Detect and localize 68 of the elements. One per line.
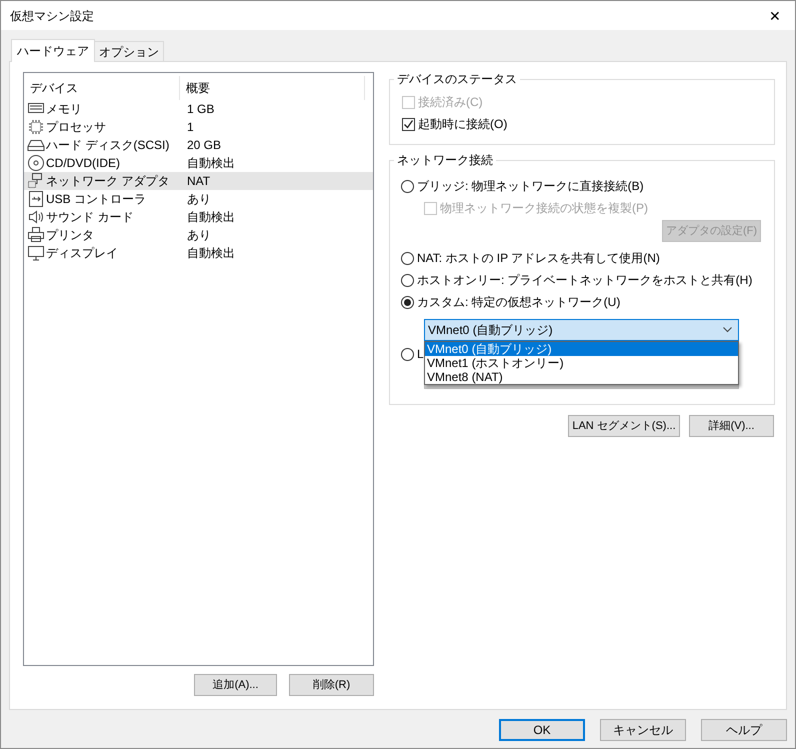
radio-label: カスタム: 特定の仮想ネットワーク(U) — [417, 294, 620, 311]
column-header[interactable]: 概要 — [180, 76, 365, 100]
device-summary: NAT — [186, 173, 210, 190]
button[interactable]: OK — [499, 719, 585, 741]
checkbox-label: 起動時に接続(O) — [418, 116, 508, 133]
dropdown-option[interactable]: VMnet0 (自動ブリッジ) — [425, 342, 738, 356]
button[interactable]: 詳細(V)... — [689, 415, 774, 437]
chevron-icon — [723, 327, 732, 333]
group-title: ネットワーク接続 — [394, 153, 496, 167]
checkbox-label: 接続済み(C) — [418, 94, 483, 111]
radio-button[interactable] — [401, 180, 414, 192]
dropdown-option[interactable]: VMnet1 (ホストオンリー) — [425, 356, 738, 370]
device-name: ネットワーク アダプタ — [46, 173, 170, 190]
usb-icon — [27, 190, 45, 208]
checkbox[interactable] — [402, 118, 415, 130]
dropdown[interactable]: VMnet0 (自動ブリッジ) — [424, 319, 739, 341]
dropdown-option[interactable]: VMnet8 (NAT) — [425, 370, 738, 384]
radio-label: NAT: ホストの IP アドレスを共有して使用(N) — [417, 250, 660, 267]
disc-icon — [27, 154, 45, 172]
list-row[interactable]: サウンド カード 自動検出 — [24, 208, 373, 226]
printer-icon — [27, 226, 45, 244]
device-summary: 1 GB — [186, 101, 214, 118]
device-name: USB コントローラ — [46, 191, 146, 208]
group-title: デバイスのステータス — [394, 72, 520, 86]
window-title: 仮想マシン設定 — [10, 8, 94, 24]
device-name: ハード ディスク(SCSI) — [46, 137, 170, 154]
device-summary: 自動検出 — [186, 155, 235, 172]
device-name: プリンタ — [46, 227, 94, 244]
button[interactable]: LAN セグメント(S)... — [568, 415, 680, 437]
device-name: CD/DVD(IDE) — [46, 155, 120, 172]
device-summary: 20 GB — [186, 137, 222, 154]
list-row[interactable]: CD/DVD(IDE) 自動検出 — [24, 154, 373, 172]
device-summary: あり — [186, 227, 211, 244]
column-header[interactable]: デバイス — [24, 76, 180, 100]
list-row[interactable]: ハード ディスク(SCSI) 20 GB — [24, 136, 373, 154]
radio-button[interactable] — [401, 274, 414, 286]
device-name: メモリ — [46, 101, 82, 118]
device-summary: あり — [186, 191, 211, 208]
button[interactable]: キャンセル — [600, 719, 686, 741]
device-summary: 1 — [186, 119, 194, 136]
device-name: ディスプレイ — [46, 245, 118, 262]
radio-label: ホストオンリー: プライベートネットワークをホストと共有(H) — [417, 272, 752, 289]
device-summary: 自動検出 — [186, 245, 235, 262]
list-row[interactable]: メモリ 1 GB — [24, 100, 373, 118]
list-row[interactable]: プリンタ あり — [24, 226, 373, 244]
list-row[interactable]: ディスプレイ 自動検出 — [24, 244, 373, 262]
list-row[interactable]: プロセッサ 1 — [24, 118, 373, 136]
checkbox-label: 物理ネットワーク接続の状態を複製(P) — [440, 200, 648, 217]
button[interactable]: 追加(A)... — [194, 674, 277, 696]
list-row[interactable]: ネットワーク アダプタ NAT — [24, 172, 373, 190]
chip-icon — [27, 118, 45, 136]
radio-button[interactable] — [401, 252, 414, 264]
list-row[interactable]: USB コントローラ あり — [24, 190, 373, 208]
close-button[interactable]: ✕ — [765, 6, 785, 26]
radio-label: ブリッジ: 物理ネットワークに直接接続(B) — [417, 178, 644, 195]
speaker-icon — [27, 208, 45, 226]
tab[interactable]: オプション — [95, 41, 164, 61]
network-icon — [27, 172, 45, 190]
radio-button[interactable] — [401, 348, 414, 360]
button[interactable]: ヘルプ — [701, 719, 787, 741]
button[interactable]: 削除(R) — [289, 674, 374, 696]
radio-button[interactable] — [401, 296, 414, 308]
device-summary: 自動検出 — [186, 209, 235, 226]
device-name: プロセッサ — [46, 119, 106, 136]
tab[interactable]: ハードウェア — [11, 39, 95, 62]
monitor-icon — [27, 244, 45, 262]
radio-label: L — [417, 346, 424, 363]
device-name: サウンド カード — [46, 209, 134, 226]
